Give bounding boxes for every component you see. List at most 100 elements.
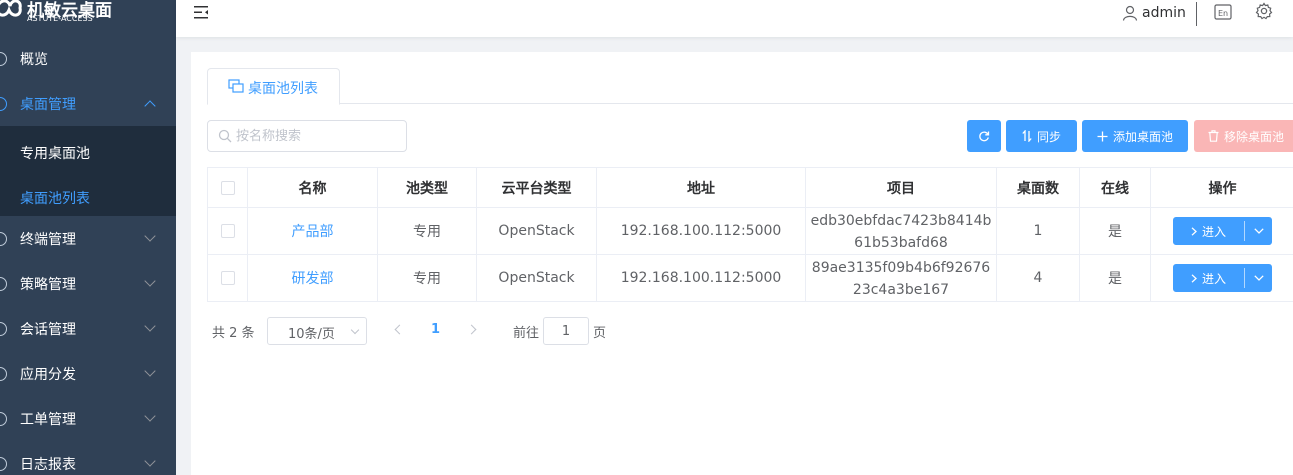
- tab-label: 桌面池列表: [248, 81, 318, 97]
- search-box: [207, 120, 407, 152]
- sidebar-subitem-pool-list[interactable]: 桌面池列表: [0, 175, 176, 220]
- user-menu[interactable]: admin: [1122, 2, 1186, 24]
- page-suffix: 页: [593, 326, 607, 341]
- address-cell: 192.168.100.112:5000: [597, 255, 806, 301]
- next-page-button[interactable]: [466, 324, 477, 335]
- actions-cell: 进入: [1151, 255, 1293, 301]
- pool-name-link[interactable]: 研发部: [292, 268, 334, 288]
- goto-label: 前往: [513, 326, 540, 341]
- search-input[interactable]: [236, 121, 404, 151]
- enter-button[interactable]: 进入: [1173, 264, 1244, 292]
- enter-dropdown-button[interactable]: [1245, 264, 1272, 292]
- app-icon: [0, 366, 7, 381]
- sidebar-item-label: 应用分发: [20, 366, 76, 383]
- online-cell: 是: [1080, 208, 1151, 254]
- goto-page-input[interactable]: [543, 317, 589, 345]
- plus-icon: [1097, 131, 1108, 141]
- table-row: 研发部 专用 OpenStack 192.168.100.112:5000 89…: [208, 255, 1293, 302]
- chevron-down-icon: [144, 320, 156, 332]
- project-id-line: edb30ebfdac7423b8414b: [810, 212, 992, 229]
- column-header-actions: 操作: [1208, 180, 1237, 197]
- session-icon: [0, 321, 7, 336]
- enter-label: 进入: [1201, 271, 1226, 286]
- policy-icon: [0, 276, 7, 291]
- actions-cell: 进入: [1151, 208, 1293, 254]
- sidebar-item-log-reports[interactable]: 日志报表: [0, 441, 176, 475]
- column-header-cloud-type: 云平台类型: [477, 168, 597, 207]
- sidebar-item-label: 工单管理: [20, 411, 76, 428]
- sidebar-item-label: 日志报表: [20, 456, 76, 473]
- remove-pool-button[interactable]: 移除桌面池: [1194, 120, 1293, 152]
- sidebar-item-session-management[interactable]: 会话管理: [0, 306, 176, 351]
- main-card: 桌面池列表 同步 添加桌面池 移除桌面池: [191, 52, 1293, 475]
- sidebar-item-ticket-management[interactable]: 工单管理: [0, 396, 176, 441]
- column-header-online: 在线: [1080, 168, 1151, 207]
- header-divider: [1196, 2, 1197, 26]
- cloud-type-cell: OpenStack: [477, 208, 597, 254]
- sidebar-item-label: 会话管理: [20, 321, 76, 338]
- chevron-down-icon: [144, 410, 156, 422]
- tab-pool-list[interactable]: 桌面池列表: [207, 68, 340, 105]
- username: admin: [1142, 5, 1186, 21]
- terminal-icon: [0, 231, 7, 246]
- sidebar-item-desktop-management[interactable]: 桌面管理: [0, 81, 176, 126]
- trash-icon: [1208, 130, 1219, 142]
- menu-fold-icon[interactable]: [194, 6, 210, 19]
- copy-icon: [228, 79, 244, 93]
- top-header: admin En: [176, 0, 1293, 37]
- sort-icon: [1022, 130, 1032, 142]
- project-cell: 89ae3135f09b4b6f92676 23c4a3be167: [806, 255, 997, 301]
- enter-split-button: 进入: [1173, 217, 1272, 245]
- column-header-address: 地址: [597, 168, 806, 207]
- pool-type-cell: 专用: [378, 255, 477, 301]
- page-size-select[interactable]: 10条/页: [267, 317, 367, 345]
- desktop-icon: [0, 96, 7, 111]
- logo-subtext: ASTUTE-ACCESS: [27, 14, 93, 23]
- sync-button[interactable]: 同步: [1006, 120, 1077, 152]
- prev-page-button[interactable]: [394, 324, 405, 335]
- sidebar-item-policy-management[interactable]: 策略管理: [0, 261, 176, 306]
- enter-button[interactable]: 进入: [1173, 217, 1244, 245]
- project-id-line: 61b53bafd68: [854, 234, 948, 251]
- tab-bar: 桌面池列表: [207, 68, 1293, 105]
- project-id-line: 23c4a3be167: [852, 281, 950, 298]
- address-cell: 192.168.100.112:5000: [597, 208, 806, 254]
- pool-name-link[interactable]: 产品部: [292, 221, 334, 241]
- sync-label: 同步: [1036, 129, 1061, 144]
- sidebar-item-overview[interactable]: 概览: [0, 36, 176, 81]
- name-cell: 产品部: [248, 208, 378, 254]
- sidebar-item-app-distribution[interactable]: 应用分发: [0, 351, 176, 396]
- page-size-value: 10条/页: [288, 327, 335, 342]
- column-header-desktops: 桌面数: [997, 168, 1080, 207]
- chevron-down-icon: [144, 455, 156, 467]
- sidebar-item-label: 策略管理: [20, 276, 76, 293]
- column-header-name: 名称: [248, 168, 378, 207]
- sidebar-subitem-dedicated-pool[interactable]: 专用桌面池: [0, 130, 176, 175]
- online-cell: 是: [1080, 255, 1151, 301]
- cloud-type-cell: OpenStack: [477, 255, 597, 301]
- add-pool-button[interactable]: 添加桌面池: [1082, 120, 1188, 152]
- refresh-button[interactable]: [967, 120, 1001, 152]
- row-checkbox[interactable]: [220, 224, 235, 238]
- table-row: 产品部 专用 OpenStack 192.168.100.112:5000 ed…: [208, 208, 1293, 255]
- enter-dropdown-button[interactable]: [1245, 217, 1272, 245]
- language-icon[interactable]: En: [1214, 3, 1232, 21]
- table-header-row: 名称 池类型 云平台类型 地址 项目 桌面数 在线 操作: [208, 168, 1293, 208]
- sidebar-item-terminal-management[interactable]: 终端管理: [0, 216, 176, 261]
- remove-pool-label: 移除桌面池: [1224, 129, 1285, 144]
- ticket-icon: [0, 411, 7, 426]
- name-cell: 研发部: [248, 255, 378, 301]
- sidebar-item-label: 桌面管理: [20, 96, 76, 113]
- select-all-checkbox[interactable]: [220, 180, 235, 195]
- refresh-icon: [979, 131, 990, 142]
- row-checkbox[interactable]: [220, 271, 235, 285]
- column-header-pool-type: 池类型: [378, 168, 477, 207]
- sidebar: 机敏云桌面 ASTUTE-ACCESS 概览 桌面管理 专用桌面池 桌面池列表 …: [0, 0, 176, 475]
- chevron-down-icon: [144, 365, 156, 377]
- overview-icon: [0, 51, 7, 66]
- chevron-up-icon: [144, 100, 156, 112]
- page-number-current[interactable]: 1: [431, 322, 440, 337]
- sidebar-subitem-label: 桌面池列表: [20, 190, 90, 207]
- pagination: 共 2 条 10条/页 1 前往 页: [212, 317, 812, 345]
- gear-icon[interactable]: [1255, 2, 1273, 20]
